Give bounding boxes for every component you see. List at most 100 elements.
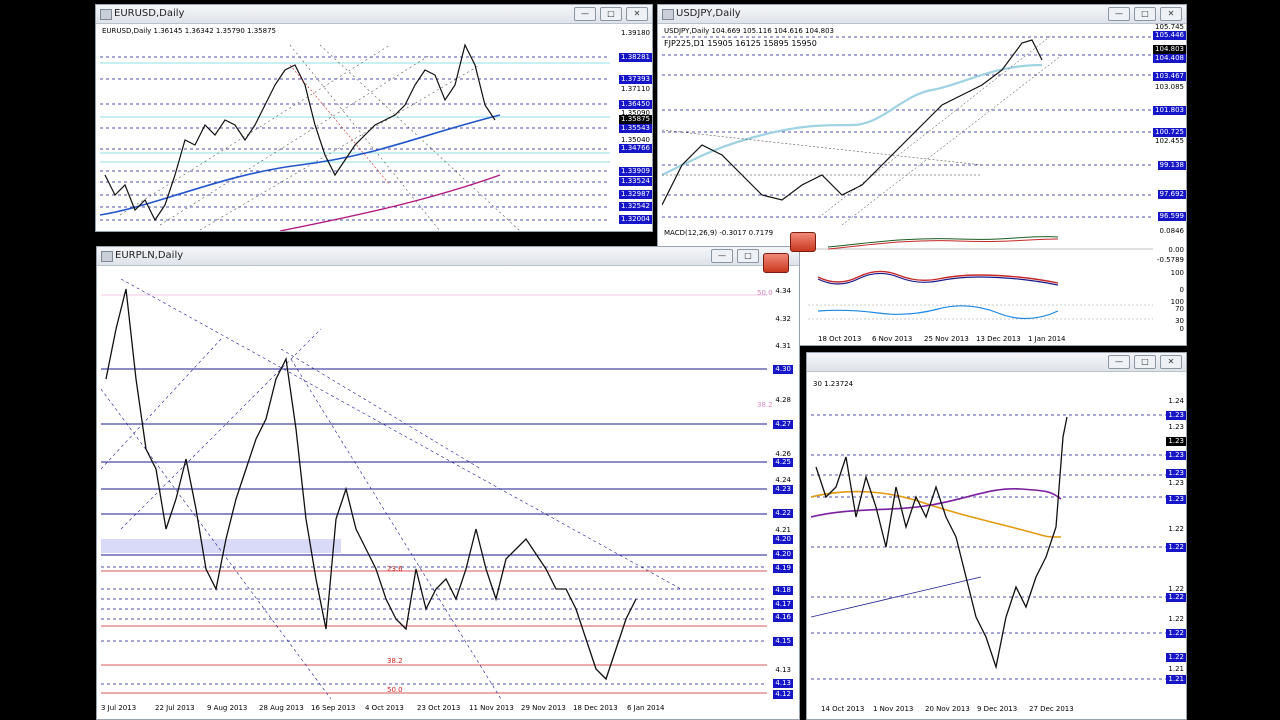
eurpln-chart[interactable] bbox=[101, 269, 767, 699]
minimize-button[interactable]: — bbox=[1108, 355, 1130, 369]
chart-window-icon bbox=[662, 9, 674, 20]
eurpln-window[interactable]: EURPLN,Daily — □ 4.30 4.27 4.25 4.23 4.2… bbox=[96, 246, 800, 720]
eurpln-xlabel: 6 Jan 2014 bbox=[627, 704, 665, 712]
usdjpy-axis-label: 103.085 bbox=[1155, 83, 1184, 91]
minimize-button[interactable]: — bbox=[1108, 7, 1130, 21]
maximize-button[interactable]: □ bbox=[1134, 355, 1156, 369]
eurpln-price-label: 4.22 bbox=[773, 509, 793, 518]
maximize-button[interactable]: □ bbox=[737, 249, 759, 263]
eurusd-window[interactable]: EURUSD,Daily — □ ✕ EURUSD,Daily 1.36145 … bbox=[95, 4, 653, 232]
eurpln-axis-label: 4.32 bbox=[775, 315, 791, 323]
eurpln-xlabel: 18 Dec 2013 bbox=[573, 704, 618, 712]
eurpln-price-label: 4.23 bbox=[773, 485, 793, 494]
eurpln-price-label: 4.18 bbox=[773, 586, 793, 595]
fourth-chart-window[interactable]: — □ ✕ 30 1.23724 1.23 1.23 1.23 1.23 1.2… bbox=[806, 352, 1187, 720]
fourth-axis-label: 1.22 bbox=[1168, 585, 1184, 593]
fourth-price-label: 1.23 bbox=[1166, 495, 1186, 504]
close-button-hover[interactable] bbox=[763, 253, 789, 273]
fourth-price-label: 1.22 bbox=[1166, 653, 1186, 662]
eurpln-price-label: 4.15 bbox=[773, 637, 793, 646]
fourth-titlebar[interactable]: — □ ✕ bbox=[807, 353, 1186, 372]
eurusd-axis-label: 1.35090 bbox=[621, 109, 650, 117]
fourth-price-label: 1.23 bbox=[1166, 451, 1186, 460]
eurpln-xlabel: 4 Oct 2013 bbox=[365, 704, 404, 712]
fourth-axis-label: 1.23 bbox=[1168, 479, 1184, 487]
eurusd-axis-label: 1.37110 bbox=[621, 85, 650, 93]
macd-axis: -0.5789 bbox=[1156, 256, 1184, 264]
eurpln-price-label: 4.17 bbox=[773, 600, 793, 609]
fib-label: 50.0 bbox=[757, 289, 773, 297]
minimize-button[interactable]: — bbox=[711, 249, 733, 263]
eurusd-price-label: 1.36450 bbox=[619, 100, 652, 109]
usdjpy-xlabel: 13 Dec 2013 bbox=[976, 335, 1021, 343]
macd-label: MACD(12,26,9) -0.3017 0.7179 bbox=[664, 229, 774, 237]
close-button[interactable]: ✕ bbox=[1160, 7, 1182, 21]
usdjpy-axis-label: 102.455 bbox=[1155, 137, 1184, 145]
usdjpy-xlabel: 1 Jan 2014 bbox=[1028, 335, 1066, 343]
eurpln-titlebar[interactable]: EURPLN,Daily — □ bbox=[97, 247, 799, 266]
eurpln-xlabel: 16 Sep 2013 bbox=[311, 704, 356, 712]
eurpln-xlabel: 11 Nov 2013 bbox=[469, 704, 514, 712]
minimize-button[interactable]: — bbox=[574, 7, 596, 21]
fourth-price-label: 1.22 bbox=[1166, 629, 1186, 638]
eurpln-title: EURPLN,Daily bbox=[115, 250, 184, 261]
eurpln-price-label: 4.13 bbox=[773, 679, 793, 688]
eurpln-price-label: 4.19 bbox=[773, 564, 793, 573]
usdjpy-xlabel: 18 Oct 2013 bbox=[818, 335, 862, 343]
close-button[interactable]: ✕ bbox=[626, 7, 648, 21]
maximize-button[interactable]: □ bbox=[600, 7, 622, 21]
fourth-price-label: 1.21 bbox=[1166, 675, 1186, 684]
macd-panel[interactable] bbox=[808, 227, 1153, 269]
eurpln-price-label: 4.25 bbox=[773, 458, 793, 467]
usdjpy-title: USDJPY,Daily bbox=[676, 8, 741, 19]
usdjpy-price-label: 101.803 bbox=[1153, 106, 1186, 115]
eurpln-price-label: 4.30 bbox=[773, 365, 793, 374]
rsi-axis: 0 bbox=[1179, 325, 1184, 333]
usdjpy-price-label: 97.692 bbox=[1157, 190, 1186, 199]
eurpln-price-label: 4.16 bbox=[773, 613, 793, 622]
eurusd-titlebar[interactable]: EURUSD,Daily — □ ✕ bbox=[96, 5, 652, 24]
stoch-axis: 100 bbox=[1170, 269, 1184, 277]
eurusd-axis-label: 1.35040 bbox=[621, 136, 650, 144]
eurusd-title: EURUSD,Daily bbox=[114, 8, 185, 19]
fourth-axis-label: 1.23 bbox=[1168, 423, 1184, 431]
usdjpy-price-label: 104.408 bbox=[1153, 54, 1186, 63]
fib-label: 50.0 bbox=[387, 686, 403, 694]
close-button-hover[interactable] bbox=[790, 232, 816, 252]
eurusd-price-label: 1.34766 bbox=[619, 144, 652, 153]
macd-axis: 0.00 bbox=[1168, 246, 1184, 254]
fib-label: 38.2 bbox=[387, 657, 403, 665]
fourth-price-label: 1.23 bbox=[1166, 469, 1186, 478]
eurpln-price-label: 4.27 bbox=[773, 420, 793, 429]
eurpln-axis-label: 4.13 bbox=[775, 666, 791, 674]
eurpln-price-label: 4.12 bbox=[773, 690, 793, 699]
usdjpy-xlabel: 25 Nov 2013 bbox=[924, 335, 969, 343]
usdjpy-xlabel: 6 Nov 2013 bbox=[872, 335, 913, 343]
fib-label: 23.6 bbox=[387, 565, 403, 573]
eurpln-xlabel: 3 Jul 2013 bbox=[101, 704, 137, 712]
eurpln-axis-label: 4.34 bbox=[775, 287, 791, 295]
eurpln-axis-label: 4.26 bbox=[775, 450, 791, 458]
usdjpy-chart[interactable] bbox=[662, 25, 1152, 225]
fourth-chart[interactable] bbox=[811, 377, 1167, 707]
fourth-xlabel: 14 Oct 2013 bbox=[821, 705, 865, 713]
rsi-panel[interactable] bbox=[808, 297, 1153, 327]
close-button[interactable]: ✕ bbox=[1160, 355, 1182, 369]
eurpln-axis-label: 4.28 bbox=[775, 396, 791, 404]
eurusd-chart[interactable] bbox=[100, 25, 610, 231]
fourth-axis-label: 1.24 bbox=[1168, 397, 1184, 405]
stochastic-panel[interactable] bbox=[808, 267, 1153, 295]
fourth-xlabel: 1 Nov 2013 bbox=[873, 705, 914, 713]
stoch-axis: 0 bbox=[1179, 286, 1184, 294]
fourth-axis-label: 1.21 bbox=[1168, 665, 1184, 673]
eurpln-xlabel: 29 Nov 2013 bbox=[521, 704, 566, 712]
fourth-axis-label: 1.22 bbox=[1168, 525, 1184, 533]
fourth-xlabel: 20 Nov 2013 bbox=[925, 705, 970, 713]
usdjpy-current-price: 104.803 bbox=[1153, 45, 1186, 54]
usdjpy-titlebar[interactable]: USDJPY,Daily — □ ✕ bbox=[658, 5, 1186, 24]
fourth-xlabel: 27 Dec 2013 bbox=[1029, 705, 1074, 713]
fourth-axis-label: 1.22 bbox=[1168, 615, 1184, 623]
eurpln-xlabel: 23 Oct 2013 bbox=[417, 704, 461, 712]
maximize-button[interactable]: □ bbox=[1134, 7, 1156, 21]
usdjpy-price-label: 99.138 bbox=[1157, 161, 1186, 170]
